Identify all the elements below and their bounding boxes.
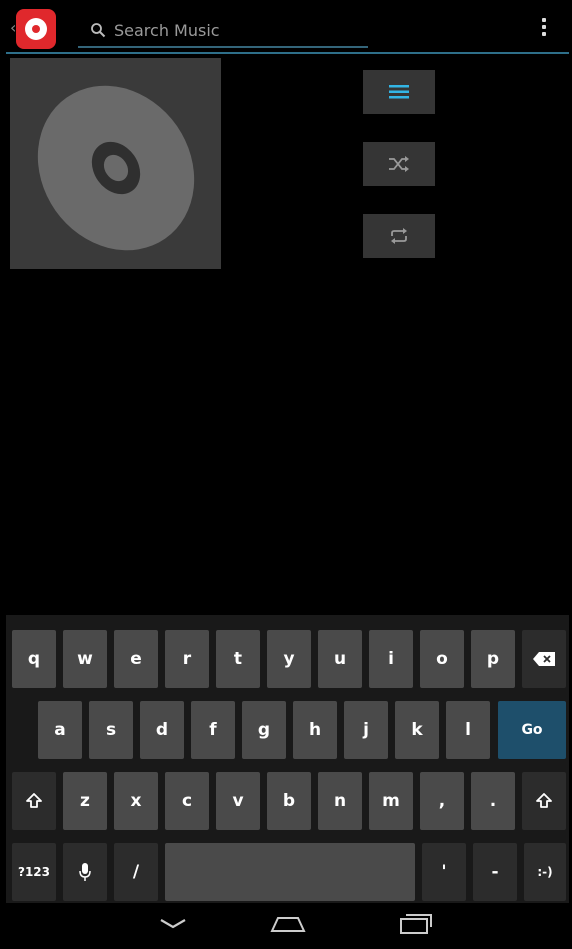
key-f[interactable]: f [191, 701, 235, 759]
key-g[interactable]: g [242, 701, 286, 759]
album-art [10, 58, 221, 269]
soft-keyboard: q w e r t y u i o p a s d f g h j k l Go [6, 615, 569, 903]
nav-recents-button[interactable] [386, 909, 446, 939]
key-s[interactable]: s [89, 701, 133, 759]
queue-button[interactable] [363, 70, 435, 114]
backspace-icon [533, 652, 555, 666]
key-x[interactable]: x [114, 772, 158, 830]
music-app-icon[interactable] [16, 9, 56, 49]
key-h[interactable]: h [293, 701, 337, 759]
key-comma[interactable]: , [420, 772, 464, 830]
apostrophe-key[interactable]: ' [422, 843, 466, 901]
key-a[interactable]: a [38, 701, 82, 759]
nav-recents-icon [400, 914, 432, 934]
shuffle-icon [389, 156, 409, 172]
symbols-key[interactable]: ?123 [12, 843, 56, 901]
key-d[interactable]: d [140, 701, 184, 759]
nav-home-button[interactable] [258, 909, 318, 939]
mic-key[interactable] [63, 843, 107, 901]
search-box[interactable] [78, 14, 368, 48]
key-r[interactable]: r [165, 630, 209, 688]
smiley-key[interactable]: :-) [524, 843, 566, 901]
key-k[interactable]: k [395, 701, 439, 759]
dash-key[interactable]: - [473, 843, 517, 901]
key-o[interactable]: o [420, 630, 464, 688]
key-t[interactable]: t [216, 630, 260, 688]
key-m[interactable]: m [369, 772, 413, 830]
key-w[interactable]: w [63, 630, 107, 688]
nav-home-icon [270, 917, 306, 932]
action-bar: ‹ [6, 6, 569, 54]
key-v[interactable]: v [216, 772, 260, 830]
app-logo-disc [25, 18, 47, 40]
key-q[interactable]: q [12, 630, 56, 688]
nav-back-icon [160, 919, 186, 929]
go-key[interactable]: Go [498, 701, 566, 759]
nav-back-button[interactable] [143, 909, 203, 939]
queue-list-icon [389, 85, 409, 99]
search-input[interactable] [114, 18, 354, 42]
repeat-button[interactable] [363, 214, 435, 258]
key-b[interactable]: b [267, 772, 311, 830]
key-y[interactable]: y [267, 630, 311, 688]
search-underline [78, 46, 368, 48]
repeat-icon [391, 228, 407, 244]
key-period[interactable]: . [471, 772, 515, 830]
space-key[interactable] [165, 843, 415, 901]
key-i[interactable]: i [369, 630, 413, 688]
backspace-key[interactable] [522, 630, 566, 688]
search-icon [91, 23, 106, 38]
key-z[interactable]: z [63, 772, 107, 830]
shuffle-button[interactable] [363, 142, 435, 186]
key-u[interactable]: u [318, 630, 362, 688]
key-p[interactable]: p [471, 630, 515, 688]
slash-key[interactable]: / [114, 843, 158, 901]
key-c[interactable]: c [165, 772, 209, 830]
action-bar-divider [6, 52, 569, 54]
microphone-icon [79, 863, 91, 881]
shift-icon [536, 793, 552, 808]
screen: ‹ Search Music q w e r t y u i o p a s d… [6, 6, 569, 945]
shift-key-left[interactable] [12, 772, 56, 830]
key-j[interactable]: j [344, 701, 388, 759]
shift-icon [26, 793, 42, 808]
key-e[interactable]: e [114, 630, 158, 688]
navigation-bar [6, 903, 569, 945]
key-n[interactable]: n [318, 772, 362, 830]
cd-disc-icon [37, 85, 195, 251]
shift-key-right[interactable] [522, 772, 566, 830]
key-l[interactable]: l [446, 701, 490, 759]
more-vertical-icon[interactable] [538, 18, 550, 42]
